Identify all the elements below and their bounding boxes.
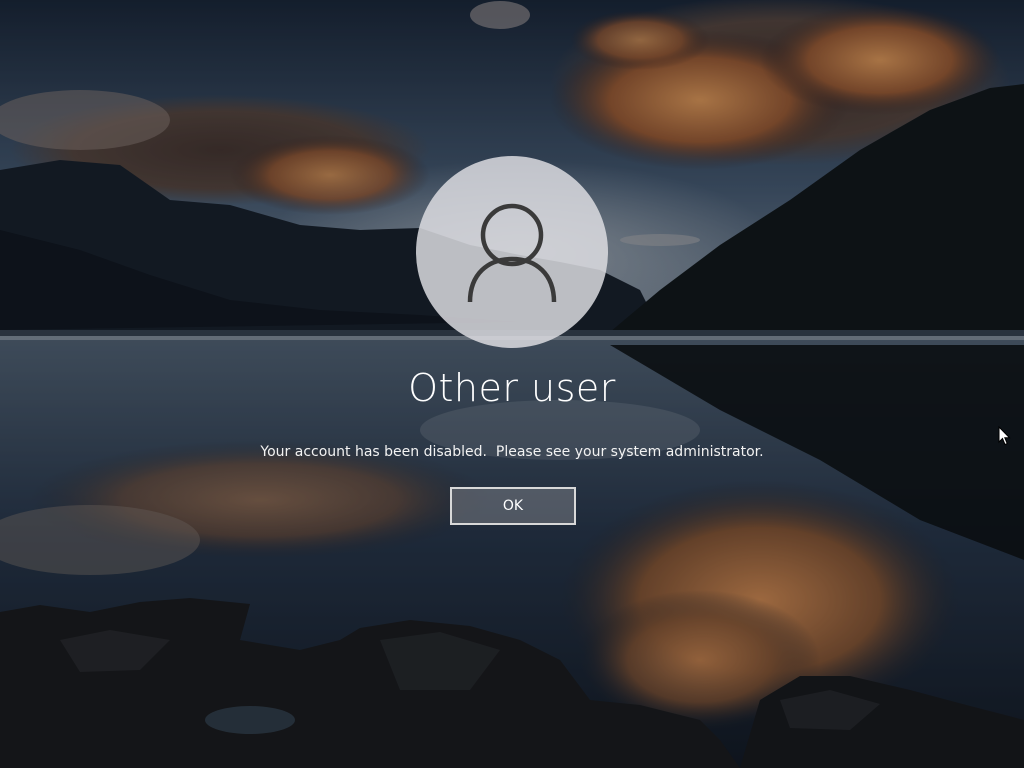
username-label: Other user (408, 366, 616, 410)
account-disabled-message: Your account has been disabled. Please s… (260, 444, 764, 460)
lock-screen: Other user Your account has been disable… (0, 0, 1024, 768)
ok-button[interactable]: OK (450, 487, 576, 525)
user-silhouette-icon (467, 203, 557, 303)
user-avatar (416, 156, 608, 348)
mouse-pointer-icon (998, 426, 1011, 446)
